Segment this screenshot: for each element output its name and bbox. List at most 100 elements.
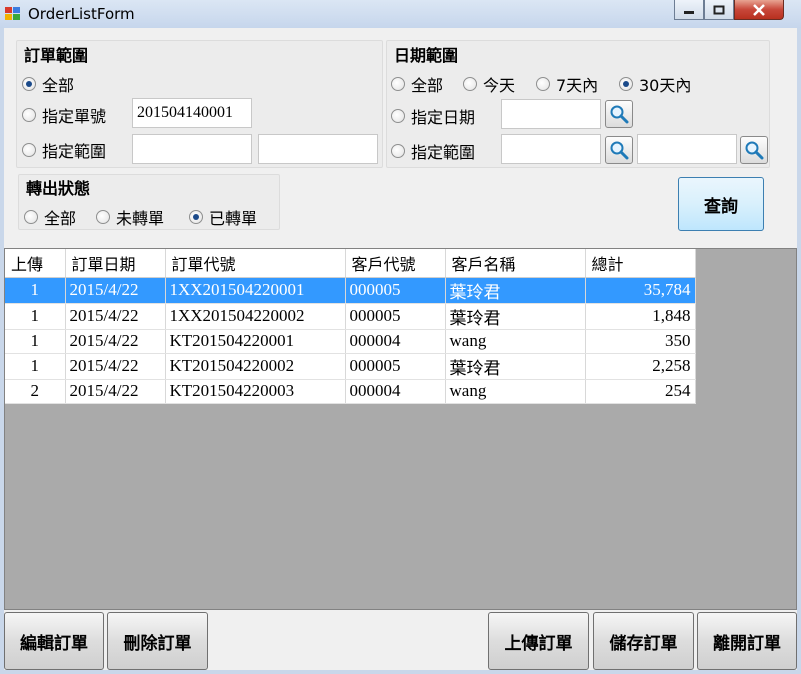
edit-order-button[interactable]: 編輯訂單 <box>4 612 104 670</box>
search-icon <box>610 105 629 124</box>
transfer-untransferred-radio[interactable]: 未轉單 <box>96 205 164 229</box>
radio-dot <box>391 77 405 91</box>
cell-order-id[interactable]: KT201504220001 <box>165 329 346 354</box>
cell-total[interactable]: 2,258 <box>585 353 696 380</box>
cell-customer-id[interactable]: 000004 <box>345 329 446 354</box>
cell-customer-id[interactable]: 000004 <box>345 379 446 404</box>
radio-label: 指定範圍 <box>411 143 476 162</box>
radio-dot <box>22 143 36 157</box>
cell-total[interactable]: 35,784 <box>585 277 696 304</box>
radio-dot <box>391 144 405 158</box>
radio-dot <box>189 210 203 224</box>
date-all-radio[interactable]: 全部 <box>391 72 443 96</box>
order-range-all-radio[interactable]: 全部 <box>22 72 74 96</box>
cell-customer-id[interactable]: 000005 <box>345 277 446 304</box>
window-title: OrderListForm <box>28 5 135 23</box>
order-no-input[interactable]: 201504140001 <box>132 98 252 128</box>
cell-customer-name[interactable]: 葉玲君 <box>445 353 586 380</box>
client-area: 訂單範圍 全部 指定單號 201504140001 指定範圍 日期範圍 全部 今… <box>4 28 797 670</box>
cell-upload[interactable]: 1 <box>5 329 66 354</box>
table-row[interactable]: 1 2015/4/22 KT201504220001 000004 wang 3… <box>5 329 696 354</box>
cell-date[interactable]: 2015/4/22 <box>65 303 166 330</box>
transfer-transferred-radio[interactable]: 已轉單 <box>189 205 257 229</box>
date-range-label: 日期範圍 <box>394 46 459 65</box>
cell-order-id[interactable]: KT201504220002 <box>165 353 346 380</box>
order-range-from-input[interactable] <box>132 134 252 164</box>
table-row[interactable]: 1 2015/4/22 1XX201504220002 000005 葉玲君 1… <box>5 303 696 330</box>
table-row[interactable]: 1 2015/4/22 KT201504220002 000005 葉玲君 2,… <box>5 353 696 380</box>
order-range-label: 訂單範圍 <box>24 46 89 65</box>
radio-label: 7天內 <box>556 76 599 95</box>
date-today-radio[interactable]: 今天 <box>463 72 515 96</box>
cell-order-id[interactable]: KT201504220003 <box>165 379 346 404</box>
close-button[interactable] <box>734 0 784 20</box>
radio-dot <box>22 108 36 122</box>
minimize-button[interactable] <box>674 0 704 20</box>
order-range-to-input[interactable] <box>258 134 378 164</box>
date-specific-search-button[interactable] <box>605 100 633 128</box>
radio-label: 全部 <box>42 76 75 95</box>
date-specific-input[interactable] <box>501 99 601 129</box>
radio-dot <box>463 77 477 91</box>
date-range-to-search-button[interactable] <box>740 136 768 164</box>
cell-upload[interactable]: 1 <box>5 353 66 380</box>
date-specific-radio[interactable]: 指定日期 <box>391 104 475 128</box>
date-range-from-search-button[interactable] <box>605 136 633 164</box>
radio-label: 指定單號 <box>42 107 107 126</box>
title-bar: OrderListForm <box>0 0 801 28</box>
delete-order-button[interactable]: 刪除訂單 <box>107 612 208 670</box>
cell-upload[interactable]: 1 <box>5 277 66 304</box>
column-header-total[interactable]: 總計 <box>585 249 696 278</box>
table-row[interactable]: 2 2015/4/22 KT201504220003 000004 wang 2… <box>5 379 696 404</box>
query-button[interactable]: 查詢 <box>678 177 764 231</box>
cell-customer-id[interactable]: 000005 <box>345 353 446 380</box>
radio-dot <box>391 109 405 123</box>
cell-date[interactable]: 2015/4/22 <box>65 379 166 404</box>
radio-dot <box>619 77 633 91</box>
minimize-icon <box>684 10 694 14</box>
column-header-upload[interactable]: 上傳 <box>5 249 66 278</box>
column-header-date[interactable]: 訂單日期 <box>65 249 166 278</box>
date-range-from-input[interactable] <box>501 134 601 164</box>
cell-date[interactable]: 2015/4/22 <box>65 329 166 354</box>
order-range-range-radio[interactable]: 指定範圍 <box>22 138 106 162</box>
cell-order-id[interactable]: 1XX201504220002 <box>165 303 346 330</box>
date-30days-radio[interactable]: 30天內 <box>619 72 691 96</box>
date-7days-radio[interactable]: 7天內 <box>536 72 598 96</box>
order-range-specific-radio[interactable]: 指定單號 <box>22 103 106 127</box>
cell-total[interactable]: 254 <box>585 379 696 404</box>
cell-order-id[interactable]: 1XX201504220001 <box>165 277 346 304</box>
radio-label: 已轉單 <box>209 209 258 228</box>
cell-date[interactable]: 2015/4/22 <box>65 277 166 304</box>
cell-total[interactable]: 350 <box>585 329 696 354</box>
exit-order-button[interactable]: 離開訂單 <box>697 612 797 670</box>
cell-upload[interactable]: 1 <box>5 303 66 330</box>
order-table: 上傳 訂單日期 訂單代號 客戶代號 客戶名稱 總計 1 2015/4/22 1X… <box>5 249 696 404</box>
upload-order-button[interactable]: 上傳訂單 <box>488 612 589 670</box>
column-header-customer-name[interactable]: 客戶名稱 <box>445 249 586 278</box>
cell-customer-name[interactable]: 葉玲君 <box>445 303 586 330</box>
cell-customer-name[interactable]: 葉玲君 <box>445 277 586 304</box>
close-icon <box>753 3 765 16</box>
search-icon <box>745 141 764 160</box>
radio-label: 指定日期 <box>411 108 476 127</box>
maximize-button[interactable] <box>704 0 734 20</box>
save-order-button[interactable]: 儲存訂單 <box>593 612 694 670</box>
radio-label: 未轉單 <box>116 209 165 228</box>
column-header-order-id[interactable]: 訂單代號 <box>165 249 346 278</box>
cell-customer-name[interactable]: wang <box>445 329 586 354</box>
date-range-to-input[interactable] <box>637 134 737 164</box>
cell-upload[interactable]: 2 <box>5 379 66 404</box>
cell-date[interactable]: 2015/4/22 <box>65 353 166 380</box>
order-grid[interactable]: 上傳 訂單日期 訂單代號 客戶代號 客戶名稱 總計 1 2015/4/22 1X… <box>4 248 797 610</box>
transfer-all-radio[interactable]: 全部 <box>24 205 76 229</box>
cell-total[interactable]: 1,848 <box>585 303 696 330</box>
cell-customer-name[interactable]: wang <box>445 379 586 404</box>
cell-customer-id[interactable]: 000005 <box>345 303 446 330</box>
radio-label: 全部 <box>44 209 77 228</box>
date-range-radio[interactable]: 指定範圍 <box>391 139 475 163</box>
table-row[interactable]: 1 2015/4/22 1XX201504220001 000005 葉玲君 3… <box>5 277 696 304</box>
column-header-customer-id[interactable]: 客戶代號 <box>345 249 446 278</box>
radio-label: 指定範圍 <box>42 142 107 161</box>
transfer-status-label: 轉出狀態 <box>26 179 91 198</box>
